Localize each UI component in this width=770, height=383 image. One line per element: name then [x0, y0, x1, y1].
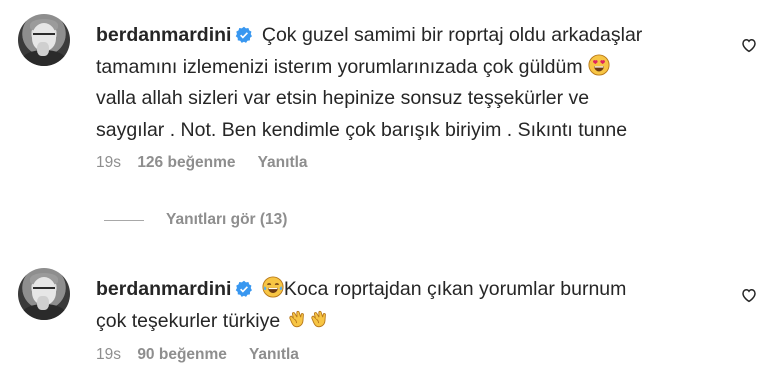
verified-badge-icon: [236, 280, 253, 297]
likes-count[interactable]: 126 beğenme: [137, 154, 235, 171]
comment-meta: 19s 126 beğenme Yanıtla: [96, 154, 326, 172]
reply-button[interactable]: Yanıtla: [249, 346, 299, 363]
clapping-hands-emoji-icon: [288, 310, 304, 327]
avatar[interactable]: [18, 268, 70, 320]
reply-button[interactable]: Yanıtla: [258, 154, 308, 171]
tears-of-joy-emoji-icon: [262, 276, 284, 298]
comment-line-1: Koca roprtajdan çıkan yorumlar burnum: [283, 278, 627, 300]
comment-text: berdanmardini Çok guzel samimi bir roprt…: [96, 20, 716, 146]
heart-eyes-emoji-icon: [588, 53, 610, 76]
comment-line-2: çok teşekurler türkiye: [96, 309, 281, 332]
view-replies-label: Yanıtları gör (13): [166, 211, 288, 228]
comment-meta: 19s 90 beğenme Yanıtla: [96, 346, 317, 364]
comment-time: 19s: [96, 346, 121, 363]
username[interactable]: berdanmardini: [96, 278, 231, 300]
comment-line-1: Çok guzel samimi bir roprtaj oldu arkada…: [261, 24, 643, 46]
avatar[interactable]: [18, 14, 70, 66]
divider-line: [104, 219, 144, 221]
likes-count[interactable]: 90 beğenme: [137, 346, 227, 363]
comment-time: 19s: [96, 154, 121, 171]
clapping-hands-emoji-icon: [310, 310, 326, 327]
heart-icon[interactable]: [740, 286, 758, 304]
heart-icon[interactable]: [740, 36, 758, 54]
verified-badge-icon: [236, 26, 253, 43]
comment-line-4: saygılar . Not. Ben kendimle çok barışık…: [96, 118, 628, 141]
comment-text: berdanmardini Koca roprtajdan çıkan yoru…: [96, 274, 716, 337]
comment-line-3: valla allah sizleri var etsin hepinize s…: [96, 87, 590, 109]
view-replies-button[interactable]: Yanıtları gör (13): [104, 211, 287, 229]
username[interactable]: berdanmardini: [96, 24, 231, 46]
comment-line-2: tamamını izlemenizi isterım yorumlarınız…: [96, 55, 583, 78]
